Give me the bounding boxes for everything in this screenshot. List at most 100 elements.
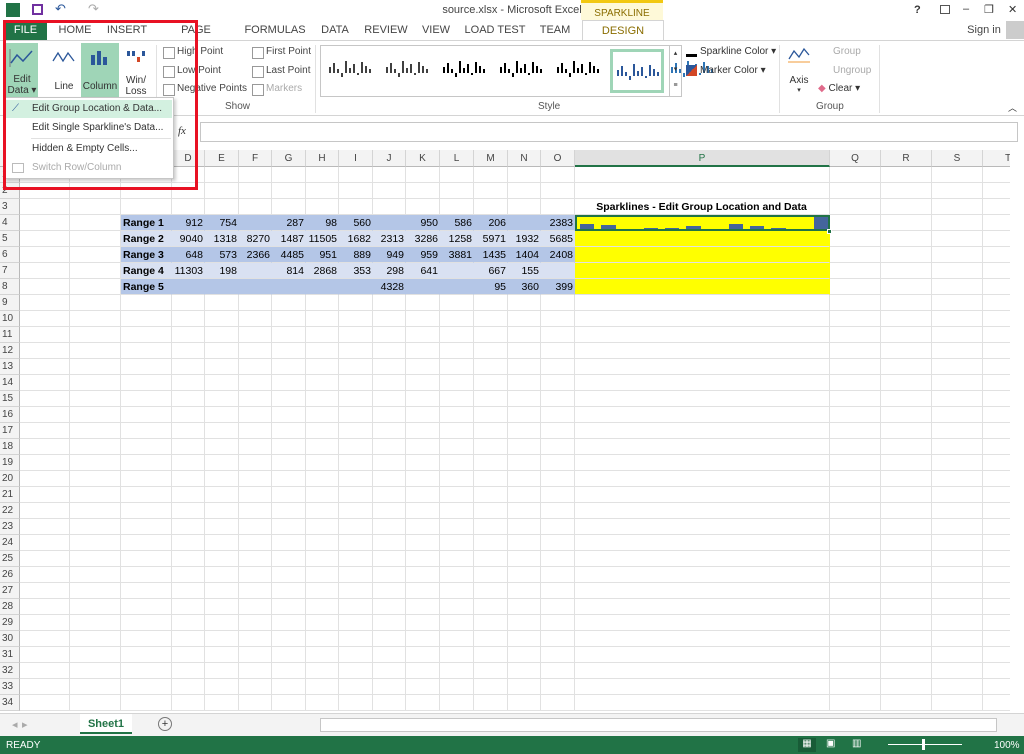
cell[interactable] [20, 631, 70, 647]
cell[interactable] [474, 183, 508, 199]
row-header[interactable]: 2 [0, 183, 20, 199]
cell[interactable] [406, 647, 440, 663]
cell[interactable] [881, 391, 932, 407]
formula-input[interactable] [200, 122, 1018, 142]
cell[interactable] [205, 631, 239, 647]
cell[interactable] [172, 615, 205, 631]
cell[interactable] [339, 407, 373, 423]
column-header-d[interactable]: D [172, 150, 205, 167]
cell[interactable] [205, 471, 239, 487]
cell[interactable] [172, 295, 205, 311]
menu-item-edit-single-sparkline[interactable]: Edit Single Sparkline's Data... [6, 119, 172, 137]
cell[interactable] [474, 359, 508, 375]
cell[interactable] [20, 295, 70, 311]
cell[interactable] [830, 631, 881, 647]
cell[interactable] [440, 279, 474, 295]
cell[interactable] [881, 631, 932, 647]
cell[interactable] [575, 167, 830, 183]
cell[interactable] [70, 359, 121, 375]
cell[interactable] [306, 679, 339, 695]
cell[interactable] [121, 615, 172, 631]
cell[interactable] [121, 663, 172, 679]
cell[interactable] [272, 391, 306, 407]
cell[interactable] [983, 439, 1010, 455]
cell[interactable] [272, 327, 306, 343]
data-cell[interactable]: 298 [373, 263, 406, 279]
cell[interactable] [983, 519, 1010, 535]
cell[interactable] [932, 407, 983, 423]
column-header-q[interactable]: Q [830, 150, 881, 167]
cell[interactable] [272, 599, 306, 615]
cell[interactable] [339, 631, 373, 647]
cell[interactable] [440, 631, 474, 647]
cell[interactable] [172, 583, 205, 599]
cell[interactable] [70, 263, 121, 279]
cell[interactable] [830, 167, 881, 183]
cell[interactable] [406, 407, 440, 423]
cell[interactable] [272, 663, 306, 679]
fx-icon[interactable]: fx [178, 125, 186, 137]
zoom-slider-thumb[interactable] [922, 739, 925, 750]
cell[interactable] [983, 503, 1010, 519]
cell[interactable] [508, 407, 541, 423]
cell[interactable] [983, 535, 1010, 551]
column-header-f[interactable]: F [239, 150, 272, 167]
cell[interactable] [239, 391, 272, 407]
cell[interactable] [20, 647, 70, 663]
row-header[interactable]: 5 [0, 231, 20, 247]
cell[interactable] [20, 679, 70, 695]
cell[interactable] [983, 599, 1010, 615]
data-cell[interactable]: 2313 [373, 231, 406, 247]
cell[interactable] [881, 487, 932, 503]
tab-design[interactable]: DESIGN [582, 20, 664, 41]
row-header[interactable]: 31 [0, 647, 20, 663]
cell[interactable] [373, 295, 406, 311]
cell[interactable] [406, 455, 440, 471]
cell[interactable] [172, 551, 205, 567]
data-cell[interactable]: 353 [339, 263, 373, 279]
cell[interactable] [70, 519, 121, 535]
column-header-t[interactable]: T [983, 150, 1010, 167]
sheet-tab-sheet1[interactable]: Sheet1 [80, 714, 132, 734]
cell[interactable] [983, 231, 1010, 247]
cell[interactable] [373, 423, 406, 439]
cell[interactable] [406, 311, 440, 327]
cell[interactable] [70, 423, 121, 439]
cell[interactable] [239, 311, 272, 327]
horizontal-scrollbar[interactable] [320, 718, 997, 732]
cell[interactable] [70, 567, 121, 583]
cell[interactable] [830, 455, 881, 471]
data-cell[interactable]: 8270 [239, 231, 272, 247]
column-header-k[interactable]: K [406, 150, 440, 167]
cell[interactable] [575, 231, 830, 247]
cell[interactable] [272, 519, 306, 535]
cell[interactable] [440, 439, 474, 455]
cell[interactable] [306, 615, 339, 631]
cell[interactable] [373, 471, 406, 487]
cell[interactable] [830, 583, 881, 599]
cell[interactable] [830, 215, 881, 231]
cell[interactable] [983, 183, 1010, 199]
row-header[interactable]: 3 [0, 199, 20, 215]
cell[interactable] [373, 359, 406, 375]
cell[interactable] [339, 503, 373, 519]
cell[interactable] [339, 295, 373, 311]
cell[interactable] [121, 375, 172, 391]
cell[interactable] [239, 423, 272, 439]
cell[interactable] [983, 247, 1010, 263]
cell[interactable] [406, 679, 440, 695]
cell[interactable] [541, 631, 575, 647]
worksheet-grid[interactable]: ABCDEFGHIJKLMNOPQRST12345678910111213141… [0, 150, 1010, 711]
cell[interactable] [20, 615, 70, 631]
cell[interactable] [339, 551, 373, 567]
cell[interactable] [272, 183, 306, 199]
cell[interactable] [239, 471, 272, 487]
cell[interactable] [508, 551, 541, 567]
row-header[interactable]: 13 [0, 359, 20, 375]
cell[interactable] [306, 647, 339, 663]
cell[interactable] [373, 615, 406, 631]
cell[interactable] [70, 663, 121, 679]
cell[interactable] [70, 247, 121, 263]
cell[interactable] [830, 439, 881, 455]
cell[interactable] [983, 327, 1010, 343]
